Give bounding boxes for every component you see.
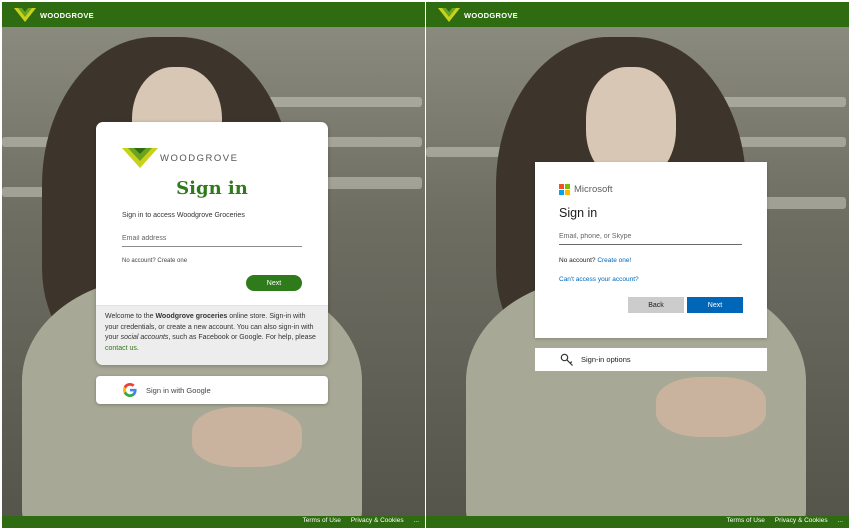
page-title: Sign in xyxy=(559,206,598,220)
google-signin-button[interactable]: Sign in with Google xyxy=(96,376,328,404)
more-options-button[interactable]: ... xyxy=(414,517,419,524)
next-button[interactable]: Next xyxy=(246,275,302,291)
terms-of-use-link[interactable]: Terms of Use xyxy=(727,517,765,524)
card-logo: WOODGROVE xyxy=(122,148,238,168)
welcome-text-1: Welcome to the xyxy=(105,313,156,320)
signin-options-label: Sign-in options xyxy=(581,355,631,364)
left-signin-panel: WOODGROVE WOODGROVE Sign in Sign in to a… xyxy=(2,2,425,528)
header-brand: WOODGROVE xyxy=(438,7,518,23)
signin-card: WOODGROVE Sign in Sign in to access Wood… xyxy=(96,122,328,365)
create-account-link[interactable]: Create one xyxy=(157,258,187,264)
privacy-cookies-link[interactable]: Privacy & Cookies xyxy=(351,517,404,524)
back-button[interactable]: Back xyxy=(628,297,684,313)
next-button[interactable]: Next xyxy=(687,297,743,313)
right-signin-panel: WOODGROVE Microsoft Sign in No account? … xyxy=(426,2,849,528)
no-account-label: No account? xyxy=(559,257,596,264)
brand-name: WOODGROVE xyxy=(40,10,94,20)
terms-of-use-link[interactable]: Terms of Use xyxy=(303,517,341,524)
footer-bar: Terms of Use Privacy & Cookies ... xyxy=(426,516,849,528)
more-options-button[interactable]: ... xyxy=(838,517,843,524)
cant-access-account-link[interactable]: Can't access your account? xyxy=(559,276,639,283)
header-bar: WOODGROVE xyxy=(426,2,849,27)
privacy-cookies-link[interactable]: Privacy & Cookies xyxy=(775,517,828,524)
welcome-social: social accounts xyxy=(120,334,169,341)
google-logo-icon xyxy=(123,383,137,397)
create-account-link[interactable]: Create one! xyxy=(597,257,631,264)
microsoft-logo-icon xyxy=(559,184,570,195)
no-account-text: No account? Create one! xyxy=(559,257,631,264)
no-account-text: No account? Create one xyxy=(122,258,187,264)
welcome-message: Welcome to the Woodgrove groceries onlin… xyxy=(96,305,328,365)
welcome-text-end: . xyxy=(136,344,139,352)
key-icon xyxy=(560,353,573,366)
logo-text: WOODGROVE xyxy=(160,152,239,164)
woodgrove-logo-icon xyxy=(14,8,36,22)
header-bar: WOODGROVE xyxy=(2,2,425,27)
signin-subtitle: Sign in to access Woodgrove Groceries xyxy=(122,212,245,219)
welcome-text-3: , such as Facebook or Google. For help, … xyxy=(168,334,316,341)
microsoft-signin-card: Microsoft Sign in No account? Create one… xyxy=(535,162,767,338)
welcome-store-name: Woodgrove groceries xyxy=(155,313,228,320)
email-field[interactable] xyxy=(122,230,302,247)
google-signin-label: Sign in with Google xyxy=(146,385,211,395)
email-phone-skype-field[interactable] xyxy=(559,228,742,245)
contact-us-link[interactable]: contact us xyxy=(105,345,137,352)
header-brand: WOODGROVE xyxy=(14,7,94,23)
signin-options-button[interactable]: Sign-in options xyxy=(535,348,767,371)
no-account-label: No account? xyxy=(122,258,156,264)
logo-text: Microsoft xyxy=(574,184,613,195)
microsoft-logo: Microsoft xyxy=(559,184,613,195)
page-title: Sign in xyxy=(176,178,248,199)
brand-name: WOODGROVE xyxy=(464,10,518,20)
woodgrove-logo-icon xyxy=(438,8,460,22)
footer-bar: Terms of Use Privacy & Cookies ... xyxy=(2,516,425,528)
woodgrove-logo-icon xyxy=(122,148,158,168)
